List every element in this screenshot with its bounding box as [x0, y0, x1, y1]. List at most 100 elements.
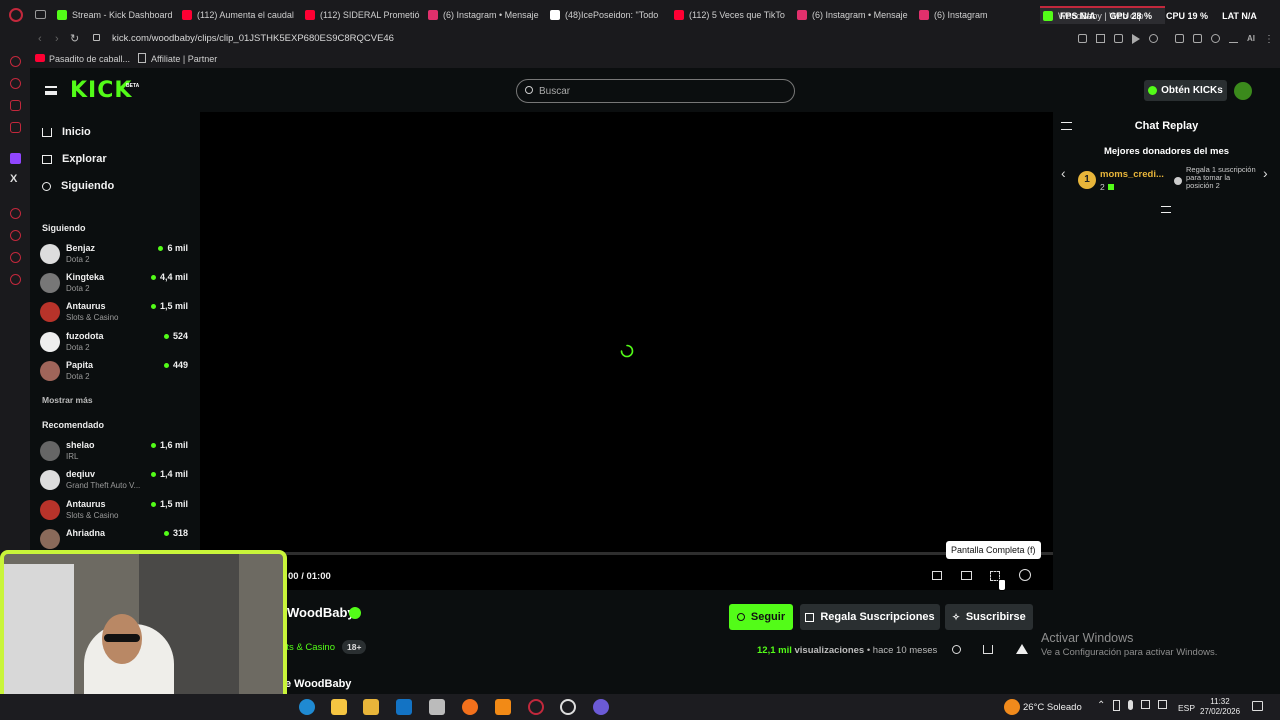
follow-button[interactable]: Seguir	[729, 604, 793, 630]
channel-item[interactable]: deqiuv Grand Theft Auto V... 1,4 mil	[40, 468, 190, 494]
pin-icon[interactable]	[1078, 34, 1087, 43]
channel-item[interactable]: Papita Dota 2 449	[40, 359, 190, 385]
twitch-icon[interactable]	[10, 153, 21, 164]
windows-activation-watermark: Activar Windows Ve a Configuración para …	[1041, 631, 1217, 658]
beta-badge: BETA	[126, 83, 140, 89]
chat-filter-icon[interactable]	[1161, 206, 1171, 213]
outlook-icon[interactable]	[396, 699, 412, 715]
channel-item[interactable]: Antaurus Slots & Casino 1,5 mil	[40, 300, 190, 326]
clock[interactable]: 11:32 27/02/2026	[1200, 697, 1240, 717]
play-icon[interactable]	[1132, 34, 1140, 44]
channel-item[interactable]: Antaurus Slots & Casino 1,5 mil	[40, 498, 190, 524]
vlc-icon[interactable]	[495, 699, 511, 715]
back-icon[interactable]: ‹	[38, 33, 42, 45]
player-icon[interactable]	[10, 208, 21, 219]
heart-bookmark-icon[interactable]	[1149, 34, 1158, 43]
bookmark-item[interactable]: Affiliate | Partner	[151, 54, 217, 64]
menu-icon[interactable]: ⋮	[1264, 34, 1274, 45]
gift-subs-button[interactable]: Regala Suscripciones	[800, 604, 940, 630]
channel-item[interactable]: fuzodota Dota 2 524	[40, 330, 190, 356]
app-icon[interactable]	[429, 699, 445, 715]
file-explorer-icon[interactable]	[331, 699, 347, 715]
adblock-icon[interactable]	[1114, 34, 1123, 43]
video-player[interactable]: 00 / 01:00 Pantalla Completa (f)	[200, 112, 1053, 591]
reload-icon[interactable]: ↻	[70, 32, 79, 45]
notification-icon[interactable]	[1252, 701, 1263, 711]
browser-tab[interactable]: (6) Instagram • Mensaje	[797, 6, 913, 24]
url-field[interactable]: kick.com/woodbaby/clips/clip_01JSTHK5EXP…	[112, 33, 394, 44]
theater-mode-icon[interactable]	[961, 571, 972, 580]
language-indicator[interactable]: ESP	[1178, 703, 1195, 713]
battery-icon[interactable]	[1113, 700, 1121, 711]
channel-name[interactable]: WoodBaby	[287, 605, 355, 620]
subscribe-button[interactable]: ✧ Suscribirse	[945, 604, 1033, 630]
clock-icon[interactable]	[10, 230, 21, 241]
obs-icon[interactable]	[560, 699, 576, 715]
windows-taskbar: 26°C Soleado ⌃ ESP 11:32 27/02/2026	[0, 694, 1280, 720]
search-input[interactable]: Buscar	[539, 86, 570, 97]
donor-card[interactable]: 1 moms_credi... 2	[1078, 168, 1178, 194]
nav-inicio[interactable]: Inicio	[42, 126, 91, 138]
browser-tab[interactable]: (6) Instagram • Mensaje	[428, 6, 544, 24]
show-more-link[interactable]: Mostrar más	[42, 395, 93, 405]
browser-tab[interactable]: (6) Instagram	[919, 6, 1029, 24]
tooltip-text: Pantalla Completa (f)	[951, 545, 1036, 555]
forward-icon[interactable]: ›	[55, 33, 59, 45]
ai-icon[interactable]: AI	[1247, 34, 1255, 45]
chevron-left-icon[interactable]: ‹	[1061, 165, 1066, 181]
microphone-icon[interactable]	[1128, 700, 1134, 710]
download-icon[interactable]	[983, 645, 993, 654]
store-icon[interactable]	[363, 699, 379, 715]
history-icon[interactable]	[10, 78, 21, 89]
network-icon[interactable]	[1158, 700, 1168, 709]
screenshot-icon[interactable]	[1096, 34, 1105, 43]
browser-tab[interactable]: (48)IcePoseidon: "Todo	[550, 6, 666, 24]
report-icon[interactable]	[1016, 644, 1028, 654]
browser-tab[interactable]: (112) Aumenta el caudal	[182, 6, 298, 24]
user-avatar[interactable]	[1234, 82, 1252, 100]
instagram-sidebar-icon[interactable]	[10, 122, 21, 133]
opera-sidebar-icon[interactable]	[10, 56, 21, 67]
discord-icon[interactable]	[593, 699, 609, 715]
profile-icon[interactable]	[1211, 34, 1220, 43]
x-icon[interactable]: X	[10, 173, 17, 185]
bookmark-item[interactable]: Pasadito de caball...	[49, 54, 130, 64]
settings-icon[interactable]	[10, 274, 21, 285]
speaker-icon[interactable]	[1141, 700, 1151, 709]
download-icon[interactable]	[1229, 34, 1238, 43]
channel-game: Slots & Casino	[66, 511, 119, 520]
channel-name: Antaurus	[66, 301, 106, 311]
instagram-icon	[797, 10, 807, 20]
channel-item[interactable]: shelao IRL 1,6 mil	[40, 439, 190, 465]
get-kicks-button[interactable]: Obtén KICKs	[1144, 80, 1227, 101]
search-box[interactable]: Buscar	[516, 79, 795, 103]
progress-track[interactable]	[200, 552, 1053, 555]
extensions-icon[interactable]	[1175, 34, 1184, 43]
firefox-icon[interactable]	[462, 699, 478, 715]
opera-logo-icon[interactable]	[9, 8, 23, 22]
edge-icon[interactable]	[299, 699, 315, 715]
browser-tab[interactable]: (112) 5 Veces que TikTo	[674, 6, 790, 24]
browser-tab[interactable]: (112) SIDERAL Prometió	[305, 6, 421, 24]
browser-tab[interactable]: Stream - Kick Dashboard	[57, 6, 175, 24]
kick-logo[interactable]: KICK	[70, 78, 132, 103]
wallet-icon[interactable]	[1193, 34, 1202, 43]
hamburger-icon[interactable]	[45, 86, 57, 95]
opera-gx-icon[interactable]	[528, 699, 544, 715]
chat-icon[interactable]	[10, 252, 21, 263]
tab-menu-icon[interactable]	[35, 10, 46, 19]
nav-siguiendo[interactable]: Siguiendo	[42, 180, 114, 192]
channel-item[interactable]: Benjaz Dota 2 6 mil	[40, 242, 190, 268]
avatar	[40, 470, 60, 490]
channel-item[interactable]: Kingteka Dota 2 4,4 mil	[40, 271, 190, 297]
clip-settings-icon[interactable]	[1019, 569, 1031, 581]
weather-text[interactable]: 26°C Soleado	[1023, 702, 1082, 713]
share-icon[interactable]	[952, 645, 961, 654]
nav-explorar[interactable]: Explorar	[42, 153, 107, 165]
chevron-up-icon[interactable]: ⌃	[1097, 700, 1105, 711]
system-tray: ⌃	[1097, 700, 1168, 711]
gift-position-prompt[interactable]: Regala 1 suscripción para tomar la posic…	[1186, 166, 1258, 190]
messenger-icon[interactable]	[10, 100, 21, 111]
miniplayer-icon[interactable]	[932, 571, 942, 580]
chevron-right-icon[interactable]: ›	[1263, 165, 1268, 181]
